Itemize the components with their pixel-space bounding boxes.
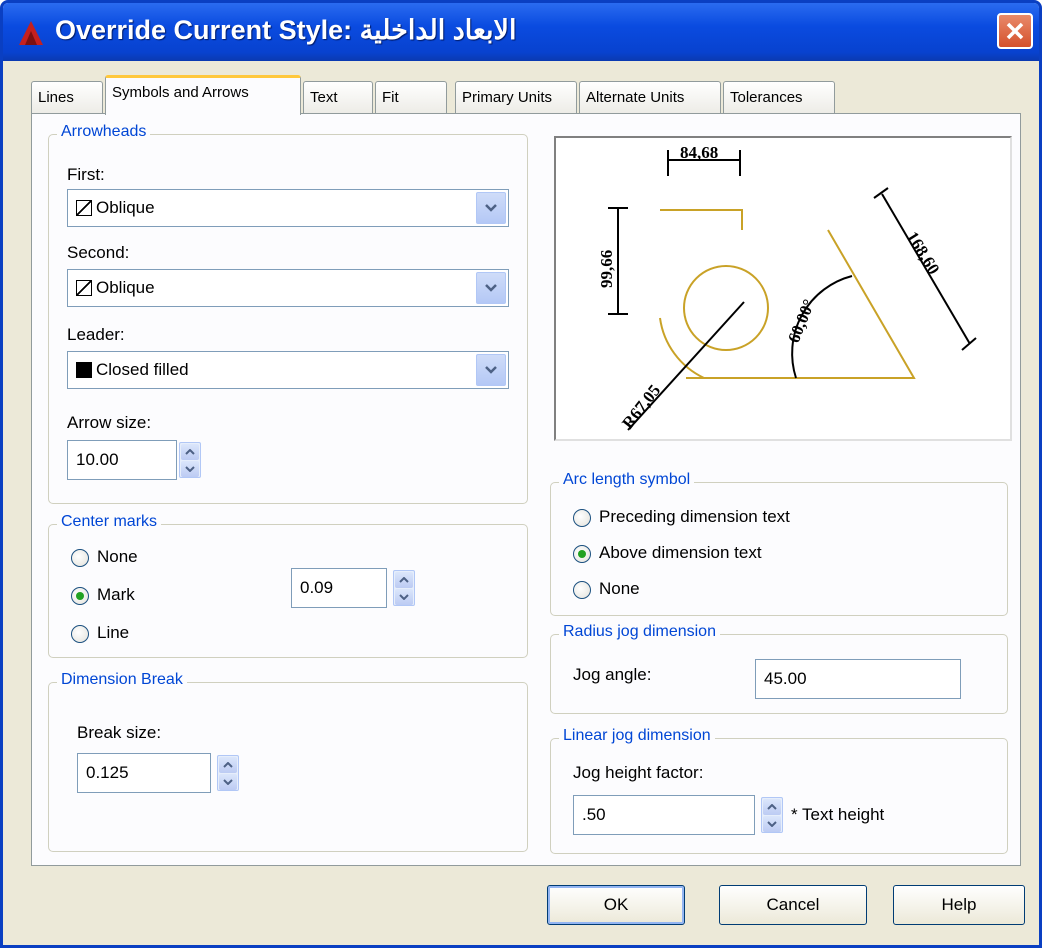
spin-up-icon[interactable] — [181, 444, 199, 460]
oblique-arrow-icon — [76, 280, 92, 296]
jog-height-factor-spinner[interactable] — [761, 797, 783, 833]
center-mark-mark-label: Mark — [97, 585, 135, 604]
closed-filled-arrow-icon — [76, 362, 92, 378]
center-marks-group: Center marks None Mark Line 0.09 — [48, 513, 528, 658]
autocad-app-icon — [19, 21, 43, 45]
spin-up-icon[interactable] — [395, 572, 413, 588]
second-arrow-select[interactable]: Oblique — [67, 269, 509, 307]
center-mark-none-label: None — [97, 547, 138, 566]
radius-jog-group: Radius jog dimension Jog angle: 45.00 — [550, 623, 1008, 714]
break-size-spinner[interactable] — [217, 755, 239, 791]
jog-height-factor-label: Jog height factor: — [573, 763, 704, 782]
second-arrow-value: Oblique — [96, 278, 155, 297]
arc-preceding-radio[interactable] — [573, 509, 591, 527]
linear-jog-legend: Linear jog dimension — [559, 727, 715, 745]
arc-none-radio[interactable] — [573, 581, 591, 599]
cancel-button[interactable]: Cancel — [719, 885, 867, 925]
tab-fit[interactable]: Fit — [375, 81, 447, 115]
arc-length-symbol-group: Arc length symbol Preceding dimension te… — [550, 471, 1008, 616]
leader-label: Leader: — [67, 325, 125, 344]
arc-none-label: None — [599, 579, 640, 598]
leader-arrow-value: Closed filled — [96, 360, 189, 379]
tab-primary-units[interactable]: Primary Units — [455, 81, 577, 115]
spin-down-icon[interactable] — [219, 774, 237, 790]
tab-text[interactable]: Text — [303, 81, 373, 115]
first-arrow-label: First: — [67, 165, 105, 184]
break-size-label: Break size: — [77, 723, 162, 742]
second-arrow-label: Second: — [67, 243, 130, 262]
arrow-size-spinner[interactable] — [179, 442, 201, 478]
spin-up-icon[interactable] — [219, 757, 237, 773]
first-arrow-value: Oblique — [96, 198, 155, 217]
arrowheads-legend: Arrowheads — [57, 123, 151, 141]
arc-above-label: Above dimension text — [599, 543, 762, 562]
dimension-break-legend: Dimension Break — [57, 671, 187, 689]
preview-dim-angle: 60,00° — [784, 297, 818, 346]
spin-down-icon[interactable] — [181, 461, 199, 477]
tab-symbols-and-arrows[interactable]: Symbols and Arrows — [105, 75, 301, 115]
linear-jog-group: Linear jog dimension Jog height factor: … — [550, 727, 1008, 854]
chevron-down-icon[interactable] — [476, 354, 506, 386]
center-mark-line-label: Line — [97, 623, 130, 642]
dialog-window: Override Current Style: الابعاد الداخلية… — [0, 0, 1042, 948]
spin-up-icon[interactable] — [763, 799, 781, 815]
help-button[interactable]: Help — [893, 885, 1025, 925]
text-height-suffix: * Text height — [791, 805, 885, 824]
jog-angle-input[interactable]: 45.00 — [755, 659, 961, 699]
radius-jog-legend: Radius jog dimension — [559, 623, 720, 641]
dimension-preview: 84,68 99,66 168,60 60,00° R67,05 — [554, 136, 1012, 441]
preview-dim-radius: R67,05 — [618, 381, 664, 433]
break-size-input[interactable]: 0.125 — [77, 753, 211, 793]
title-bar[interactable]: Override Current Style: الابعاد الداخلية — [3, 3, 1039, 61]
center-mark-mark-radio[interactable] — [71, 587, 89, 605]
center-mark-none-radio[interactable] — [71, 549, 89, 567]
close-icon — [1006, 22, 1024, 40]
chevron-down-icon[interactable] — [476, 192, 506, 224]
preview-dim-left: 99,66 — [597, 250, 616, 288]
arrowheads-group: Arrowheads First: Oblique Second: Obliqu… — [48, 123, 528, 504]
first-arrow-select[interactable]: Oblique — [67, 189, 509, 227]
preview-drawing: 84,68 99,66 168,60 60,00° R67,05 — [597, 143, 977, 433]
chevron-down-icon[interactable] — [476, 272, 506, 304]
tab-lines[interactable]: Lines — [31, 81, 103, 115]
center-mark-size-input[interactable]: 0.09 — [291, 568, 387, 608]
preview-dimension-lines — [608, 150, 977, 431]
arrow-size-input[interactable]: 10.00 — [67, 440, 177, 480]
tab-panel-symbols-and-arrows: Arrowheads First: Oblique Second: Obliqu… — [31, 113, 1021, 866]
window-title: Override Current Style: الابعاد الداخلية — [55, 15, 517, 45]
close-button[interactable] — [997, 13, 1033, 49]
center-marks-legend: Center marks — [57, 513, 162, 531]
arc-length-symbol-legend: Arc length symbol — [559, 471, 695, 489]
preview-dim-right: 168,60 — [903, 228, 944, 278]
jog-angle-label: Jog angle: — [573, 665, 652, 684]
preview-dim-top: 84,68 — [680, 143, 718, 162]
dimension-break-group: Dimension Break Break size: 0.125 — [48, 671, 528, 852]
arrow-size-label: Arrow size: — [67, 413, 152, 432]
arc-preceding-label: Preceding dimension text — [599, 507, 790, 526]
center-mark-line-radio[interactable] — [71, 625, 89, 643]
center-mark-size-spinner[interactable] — [393, 570, 415, 606]
tab-alternate-units[interactable]: Alternate Units — [579, 81, 721, 115]
ok-button[interactable]: OK — [547, 885, 685, 925]
spin-down-icon[interactable] — [763, 816, 781, 832]
spin-down-icon[interactable] — [395, 589, 413, 605]
leader-arrow-select[interactable]: Closed filled — [67, 351, 509, 389]
jog-height-factor-input[interactable]: .50 — [573, 795, 755, 835]
tab-tolerances[interactable]: Tolerances — [723, 81, 835, 115]
oblique-arrow-icon — [76, 200, 92, 216]
arc-above-radio[interactable] — [573, 545, 591, 563]
